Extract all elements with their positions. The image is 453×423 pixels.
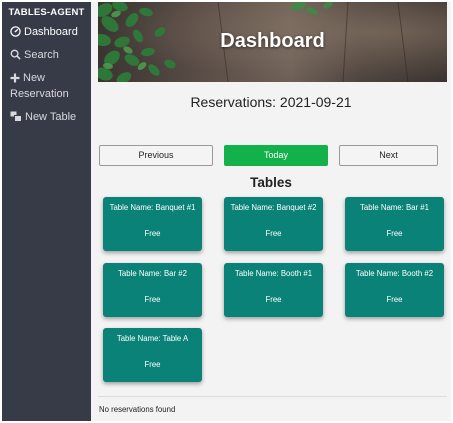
table-name: Table Name: Booth #2 bbox=[355, 269, 434, 278]
table-card-booth-1[interactable]: Table Name: Booth #1 Free bbox=[224, 263, 323, 317]
sidebar-item-label: Dashboard bbox=[24, 26, 78, 38]
header-banner: Dashboard bbox=[98, 2, 447, 82]
today-button[interactable]: Today bbox=[224, 145, 328, 166]
previous-day-button[interactable]: Previous bbox=[99, 145, 213, 166]
table-name: Table Name: Banquet #2 bbox=[230, 203, 317, 212]
table-name: Table Name: Banquet #1 bbox=[109, 203, 196, 212]
table-status: Free bbox=[265, 229, 282, 238]
app-brand: TABLES-AGENT bbox=[8, 7, 85, 18]
table-name: Table Name: Bar #1 bbox=[360, 203, 429, 212]
app-window: TABLES-AGENT Dashboard Search New Reserv… bbox=[2, 2, 451, 421]
divider bbox=[98, 396, 447, 397]
table-status: Free bbox=[265, 295, 282, 304]
table-status: Free bbox=[386, 229, 403, 238]
sidebar-item-search[interactable]: Search bbox=[10, 47, 59, 63]
search-icon bbox=[10, 49, 24, 61]
reservations-heading: Reservations: 2021-09-21 bbox=[190, 94, 352, 110]
main-content: Dashboard Reservations: 2021-09-21 Previ… bbox=[91, 2, 451, 421]
table-card-booth-2[interactable]: Table Name: Booth #2 Free bbox=[345, 263, 444, 317]
sidebar-item-label: New Table bbox=[25, 111, 77, 123]
next-day-button[interactable]: Next bbox=[339, 145, 438, 166]
sidebar-item-label: Search bbox=[24, 49, 59, 61]
tables-heading: Tables bbox=[250, 175, 292, 190]
no-reservations-message: No reservations found bbox=[99, 405, 176, 414]
table-status: Free bbox=[386, 295, 403, 304]
table-card-bar-1[interactable]: Table Name: Bar #1 Free bbox=[345, 197, 444, 251]
table-name: Table Name: Bar #2 bbox=[118, 269, 187, 278]
sidebar-item-dashboard[interactable]: Dashboard bbox=[10, 24, 78, 40]
table-name: Table Name: Booth #1 bbox=[234, 269, 313, 278]
table-card-bar-2[interactable]: Table Name: Bar #2 Free bbox=[103, 263, 202, 317]
page-title: Dashboard bbox=[220, 30, 325, 52]
table-name: Table Name: Table A bbox=[116, 334, 189, 343]
table-card-table-a[interactable]: Table Name: Table A Free bbox=[103, 328, 202, 382]
table-status: Free bbox=[144, 295, 161, 304]
table-icon bbox=[10, 111, 25, 123]
plus-icon bbox=[10, 72, 23, 84]
sidebar: TABLES-AGENT Dashboard Search New Reserv… bbox=[2, 2, 91, 421]
sidebar-item-new-reservation[interactable]: New Reservation bbox=[10, 70, 88, 102]
dashboard-icon bbox=[10, 26, 24, 38]
table-status: Free bbox=[144, 229, 161, 238]
table-card-banquet-1[interactable]: Table Name: Banquet #1 Free bbox=[103, 197, 202, 251]
sidebar-item-new-table[interactable]: New Table bbox=[10, 109, 76, 125]
table-status: Free bbox=[144, 360, 161, 369]
table-card-banquet-2[interactable]: Table Name: Banquet #2 Free bbox=[224, 197, 323, 251]
